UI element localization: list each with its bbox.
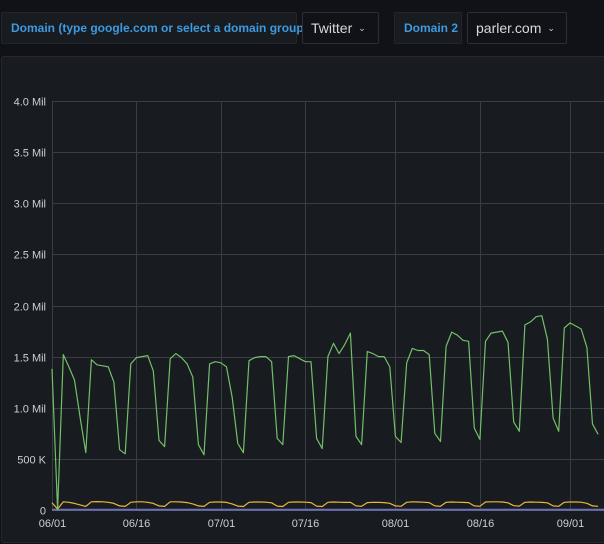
x-tick-label: 08/16 — [467, 518, 495, 530]
x-tick-label: 06/16 — [123, 518, 151, 530]
y-tick-label: 3.0 Mil — [14, 199, 46, 211]
series-line-twitter — [51, 315, 599, 511]
series-line-parler-com — [51, 501, 599, 510]
x-tick-label: 08/01 — [382, 518, 410, 530]
y-tick-label: 2.0 Mil — [14, 302, 46, 314]
x-tick-label: 06/01 — [39, 518, 67, 530]
y-tick-label: 4.0 Mil — [14, 97, 46, 109]
series — [51, 315, 604, 511]
line-chart: 0 500 K 1.0 Mil 1.5 Mil 2.0 Mil 2.5 Mil 3.0 Mi… — [14, 97, 604, 530]
x-tick-label: 07/16 — [292, 518, 320, 530]
y-tick-label: 2.5 Mil — [14, 250, 46, 262]
y-tick-label: 0 — [40, 506, 46, 518]
y-tick-label: 1.0 Mil — [14, 404, 46, 416]
y-axis: 0 500 K 1.0 Mil 1.5 Mil 2.0 Mil 2.5 Mil 3.0 Mi… — [14, 97, 47, 518]
grid — [52, 101, 604, 511]
x-axis: 06/01 06/16 07/01 07/16 08/01 08/16 09/01 — [39, 518, 585, 530]
y-tick-label: 3.5 Mil — [14, 148, 46, 160]
x-tick-label: 07/01 — [208, 518, 236, 530]
y-tick-label: 500 K — [17, 455, 46, 467]
x-tick-label: 09/01 — [557, 518, 585, 530]
y-tick-label: 1.5 Mil — [14, 353, 46, 365]
